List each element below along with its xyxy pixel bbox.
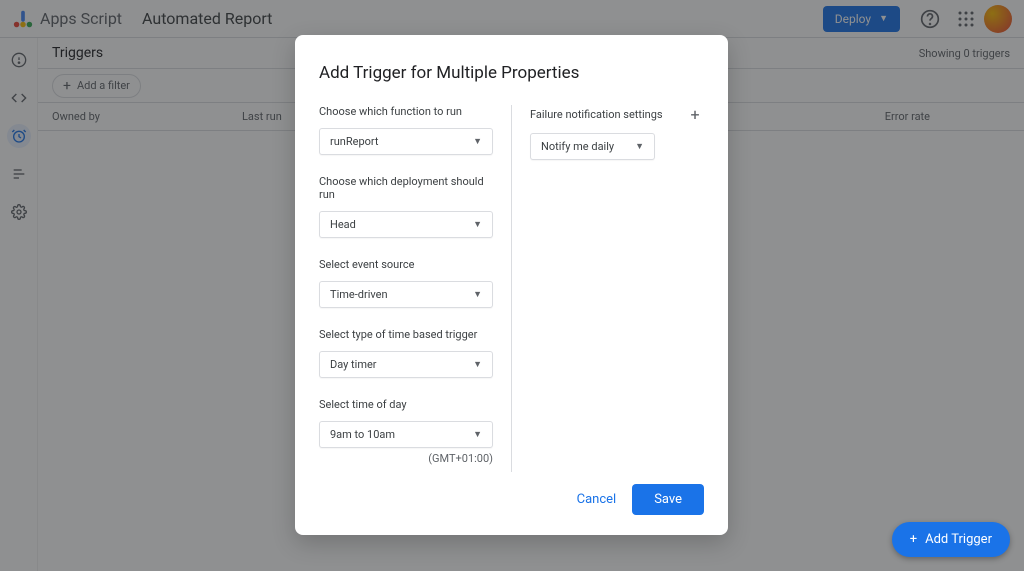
add-trigger-fab[interactable]: + Add Trigger [892,522,1010,557]
add-notification-icon[interactable]: + [686,105,704,123]
label-event-source: Select event source [319,258,493,271]
label-function: Choose which function to run [319,105,493,118]
label-time-of-day: Select time of day [319,398,493,411]
label-deployment: Choose which deployment should run [319,175,493,201]
timezone-label: (GMT+01:00) [319,452,493,465]
chevron-down-icon: ▼ [473,289,482,300]
chevron-down-icon: ▼ [473,219,482,230]
select-deployment[interactable]: Head▼ [319,211,493,238]
select-trigger-type[interactable]: Day timer▼ [319,351,493,378]
select-failure-notification[interactable]: Notify me daily▼ [530,133,655,160]
label-failure-notification: Failure notification settings [530,108,663,121]
save-button[interactable]: Save [632,484,704,515]
chevron-down-icon: ▼ [473,136,482,147]
chevron-down-icon: ▼ [635,141,644,152]
cancel-button[interactable]: Cancel [577,492,617,507]
modal-title: Add Trigger for Multiple Properties [319,63,704,83]
chevron-down-icon: ▼ [473,429,482,440]
add-trigger-modal: Add Trigger for Multiple Properties Choo… [295,35,728,535]
select-event-source[interactable]: Time-driven▼ [319,281,493,308]
label-trigger-type: Select type of time based trigger [319,328,493,341]
select-function[interactable]: runReport▼ [319,128,493,155]
plus-icon: + [910,532,917,547]
chevron-down-icon: ▼ [473,359,482,370]
select-time-of-day[interactable]: 9am to 10am▼ [319,421,493,448]
